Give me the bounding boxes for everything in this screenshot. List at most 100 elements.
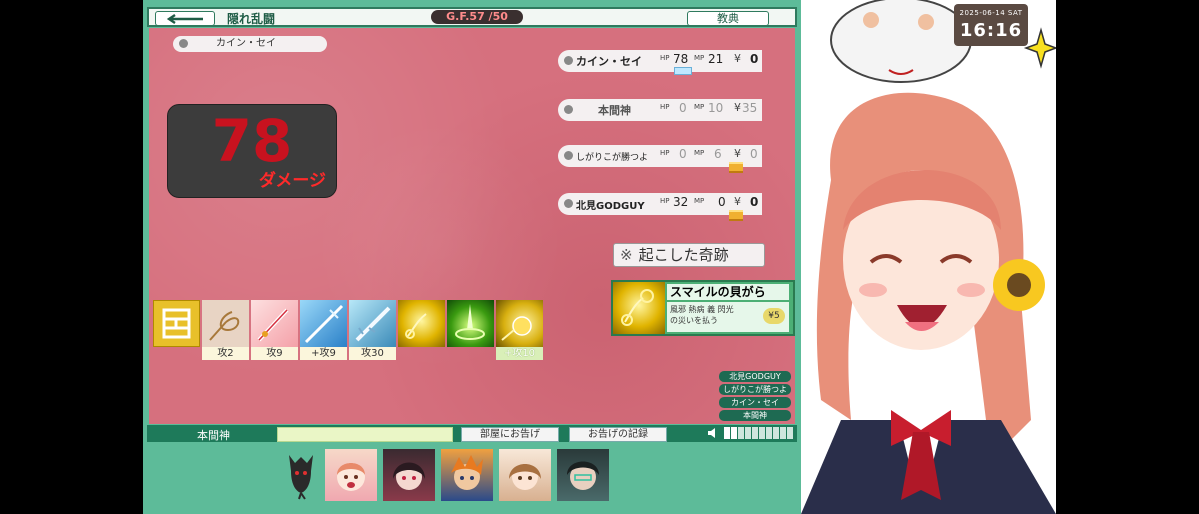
- volume-bar: [780, 427, 787, 439]
- card-label: 攻30: [349, 347, 396, 360]
- player-name: しがりこが勝つよ: [576, 153, 649, 163]
- player-list-item[interactable]: カイン・セイ: [719, 397, 791, 408]
- hp-value: 0: [679, 101, 687, 115]
- dictionary-button[interactable]: 教典: [687, 11, 769, 26]
- card-slot[interactable]: [496, 300, 543, 347]
- card-slot[interactable]: [202, 300, 249, 347]
- sword-icon: [257, 308, 289, 342]
- top-bar: 隠れ乱闘 G.F.57 /50 教典: [147, 7, 797, 27]
- volume-bar: [752, 427, 759, 439]
- hp-label: HP: [660, 149, 670, 157]
- streamer-overlay: 2025-06-14 SAT 16:16: [801, 0, 1199, 514]
- miracle-price: ¥5: [763, 308, 785, 324]
- back-arrow-icon: [166, 13, 203, 24]
- player-list: 北見GODGUY しがりこが勝つよ カイン・セイ 本間神: [719, 371, 791, 423]
- avatar[interactable]: [441, 449, 493, 501]
- yen-label: ¥: [734, 52, 741, 65]
- status-dot-icon: [564, 199, 573, 208]
- battle-arena: カイン・セイ 78 ダメージ カイン・セイ HP 78 MP 21 ¥ 0 本間…: [149, 28, 795, 424]
- hp-label: HP: [660, 197, 670, 205]
- damage-value: 78: [211, 107, 293, 175]
- shield-icon: [674, 67, 692, 75]
- money-value: 0: [750, 52, 759, 66]
- card-label: +攻10: [496, 347, 543, 360]
- hp-label: HP: [660, 103, 670, 111]
- card-label: 攻9: [251, 347, 298, 360]
- avatar[interactable]: [383, 449, 435, 501]
- announce-record-button[interactable]: お告げの記録: [569, 427, 667, 442]
- orb-icon: [501, 316, 532, 341]
- damage-display: 78 ダメージ: [167, 104, 337, 198]
- gf-counter: G.F.57 /50: [431, 10, 523, 24]
- mp-label: MP: [694, 149, 705, 157]
- avatar[interactable]: [281, 449, 321, 501]
- avatar[interactable]: [325, 449, 377, 501]
- hp-label: HP: [660, 54, 670, 62]
- card-label: +攻9: [300, 347, 347, 360]
- player-status-row[interactable]: 本間神 HP 0 MP 10 ¥ 35: [558, 99, 762, 121]
- shell-icon: [613, 282, 665, 334]
- avatar[interactable]: [499, 449, 551, 501]
- miracle-title: スマイルの貝がら: [667, 284, 789, 300]
- status-dot-icon: [179, 38, 188, 48]
- clock-date: 2025-06-14 SAT: [959, 9, 1023, 17]
- mp-label: MP: [694, 197, 705, 205]
- hp-value: 32: [673, 195, 689, 209]
- card-slot[interactable]: [447, 300, 494, 347]
- card-slot[interactable]: [398, 300, 445, 347]
- mp-label: MP: [694, 54, 705, 62]
- card-slot[interactable]: [349, 300, 396, 347]
- card-slot[interactable]: [251, 300, 298, 347]
- clock-time: 16:16: [959, 20, 1023, 41]
- coin-icon: [729, 210, 743, 221]
- current-player-name: 本間神: [197, 429, 230, 442]
- hp-value: 78: [673, 52, 689, 66]
- mp-value: 21: [708, 52, 724, 66]
- mp-value: 0: [718, 195, 726, 209]
- player-name: 北見GODGUY: [576, 201, 645, 212]
- volume-control[interactable]: [707, 427, 794, 440]
- card-slot[interactable]: [300, 300, 347, 347]
- current-speaker: カイン・セイ: [173, 36, 327, 52]
- card-slot[interactable]: [153, 300, 200, 347]
- miracle-card[interactable]: スマイルの貝がら 風邪 熱病 義 閃光 の災いを払う ¥5: [611, 280, 795, 336]
- miracle-history-button[interactable]: ※ 起こした奇跡: [613, 243, 765, 267]
- player-name: 本間神: [598, 104, 631, 117]
- money-value: 0: [750, 195, 759, 209]
- yen-label: ¥: [734, 147, 741, 160]
- game-window: 隠れ乱闘 G.F.57 /50 教典 カイン・セイ 78 ダメージ カイン・セイ…: [143, 0, 801, 514]
- volume-bar: [724, 427, 731, 439]
- asterisk-icon: ※: [620, 246, 633, 264]
- money-value: 0: [750, 147, 758, 161]
- room-title: 隠れ乱闘: [227, 12, 276, 26]
- status-dot-icon: [564, 105, 573, 114]
- bottom-bar: 本間神 部屋にお告げ お告げの記録: [147, 425, 797, 442]
- player-name: カイン・セイ: [576, 55, 642, 68]
- volume-bar: [787, 427, 794, 439]
- volume-bar: [759, 427, 766, 439]
- mp-value: 10: [708, 101, 724, 115]
- coin-icon: [729, 162, 743, 173]
- player-list-item[interactable]: 本間神: [719, 410, 791, 421]
- volume-bar: [745, 427, 752, 439]
- damage-label: ダメージ: [258, 171, 326, 191]
- volume-bar: [731, 427, 738, 439]
- volume-bar: [738, 427, 745, 439]
- yen-label: ¥: [734, 101, 741, 114]
- card-label: 攻2: [202, 347, 249, 360]
- mp-label: MP: [694, 103, 705, 111]
- grid-icon: [162, 308, 191, 339]
- player-status-row[interactable]: カイン・セイ HP 78 MP 21 ¥ 0: [558, 50, 762, 72]
- miracle-button-label: 起こした奇跡: [638, 246, 729, 264]
- announce-button[interactable]: 部屋にお告げ: [461, 427, 559, 442]
- volume-bar: [766, 427, 773, 439]
- speaker-icon: [708, 428, 715, 438]
- volume-bar: [773, 427, 780, 439]
- hp-value: 0: [679, 147, 687, 161]
- back-button[interactable]: [155, 11, 215, 26]
- player-list-item[interactable]: しがりこが勝つよ: [719, 384, 791, 395]
- message-input[interactable]: [277, 427, 453, 442]
- player-list-item[interactable]: 北見GODGUY: [719, 371, 791, 382]
- avatar[interactable]: [557, 449, 609, 501]
- money-value: 35: [742, 101, 758, 115]
